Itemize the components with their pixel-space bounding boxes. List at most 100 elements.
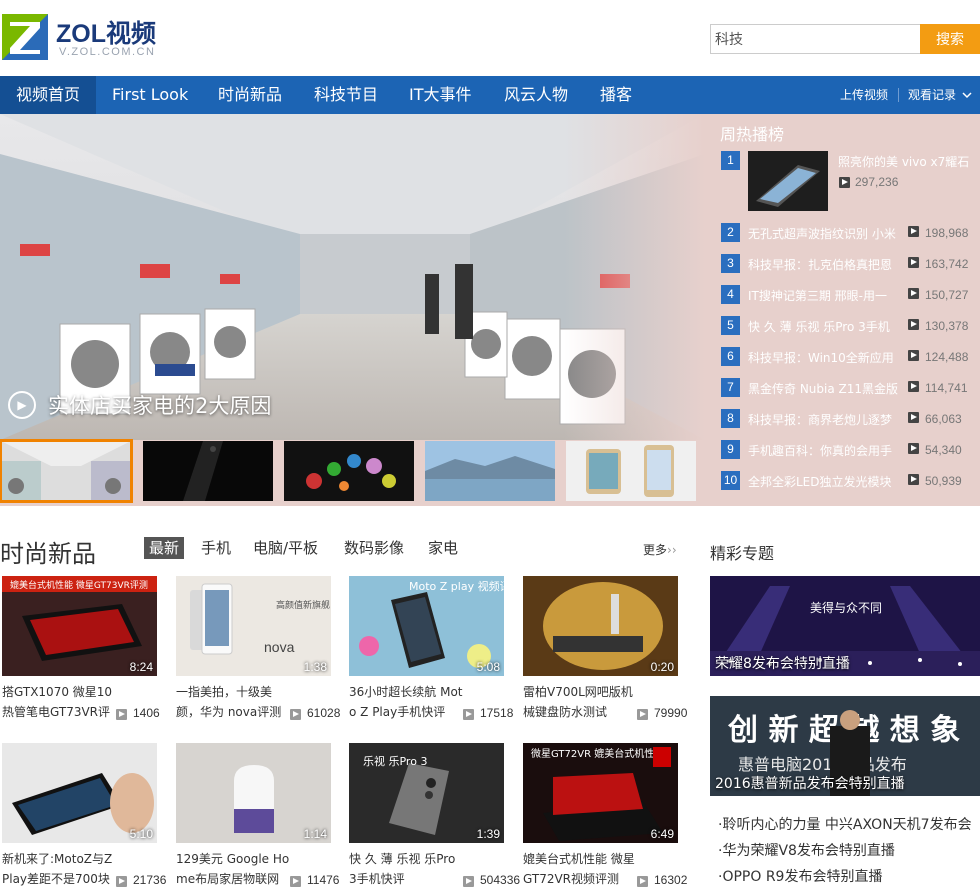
rank-badge: 7	[721, 378, 740, 397]
hero-thumb-4[interactable]	[425, 441, 555, 501]
video-play-count: 504336	[480, 873, 521, 887]
video-duration: 1:38	[303, 660, 327, 674]
tab-phones[interactable]: 手机	[201, 537, 231, 559]
nav-item-first-look[interactable]: First Look	[112, 76, 188, 114]
video-play-count: 11476	[307, 873, 340, 887]
hot-item-count: 66,063	[925, 412, 962, 426]
hero-photo[interactable]: ▶ 实体店买家电的2大原因	[0, 114, 705, 440]
video-duration: 6:49	[650, 827, 674, 841]
hot-item-title: 科技早报：Win10全新应用	[748, 351, 894, 365]
hot-item-title: 全邦全彩LED独立发光模块	[748, 475, 892, 489]
special-overlay-text: 美得与众不同	[810, 600, 882, 615]
hot-item-count: 163,742	[925, 257, 969, 271]
nav-divider	[898, 88, 899, 102]
hot-list-title: 周热播榜	[720, 125, 785, 144]
tab-computers[interactable]: 电脑/平板	[253, 537, 318, 559]
watch-history-link[interactable]: 观看记录	[908, 76, 956, 114]
special-card-honor8[interactable]: 美得与众不同 荣耀8发布会特别直播	[710, 576, 980, 676]
hot-item-count: 50,939	[925, 474, 962, 488]
video-duration: 5:08	[476, 660, 500, 674]
nav-item-home[interactable]: 视频首页	[0, 76, 96, 114]
tab-latest[interactable]: 最新	[144, 537, 185, 559]
play-count-icon	[908, 257, 919, 268]
main-nav: 视频首页 First Look 时尚新品 科技节目 IT大事件 风云人物 播客 …	[0, 76, 980, 114]
hot-item-count: 54,340	[925, 443, 962, 457]
chevron-down-icon	[962, 92, 972, 99]
play-count-icon	[908, 288, 919, 299]
video-card-8[interactable]: 微星GT72VR 媲美台式机性能 6:49 媲美台式机性能 微星GT72VR视频…	[523, 743, 687, 891]
more-label: 更多	[643, 543, 668, 557]
hot-item-1-title[interactable]: 照亮你的美 vivo x7耀石	[838, 153, 969, 170]
video-play-count: 21736	[133, 873, 167, 887]
play-count-icon	[637, 876, 648, 887]
play-count-icon	[116, 876, 127, 887]
video-card-6[interactable]: 1:14 129美元 Google Home布局家居物联网 11476	[176, 743, 339, 891]
video-title: 新机来了:MotoZ与Z Play差距不是700块	[2, 852, 113, 886]
tab-appliances[interactable]: 家电	[428, 537, 458, 559]
play-count-icon	[908, 412, 919, 423]
hero-thumb-5[interactable]	[566, 441, 696, 501]
rank-badge: 5	[721, 316, 740, 335]
hot-item-title: 无孔式超声波指纹识别 小米	[748, 227, 896, 241]
video-title: 36小时超长续航 Moto Z Play手机快评	[349, 685, 463, 719]
hot-item-count: 124,488	[925, 350, 969, 364]
rank-badge: 10	[721, 471, 740, 490]
nav-item-podcast[interactable]: 播客	[600, 76, 632, 114]
rank-badge: 6	[721, 347, 740, 366]
rank-badge: 8	[721, 409, 740, 428]
play-count-icon	[290, 876, 301, 887]
video-duration: 0:20	[650, 660, 674, 674]
hero-caption[interactable]: ▶ 实体店买家电的2大原因	[8, 390, 271, 420]
special-card-hp[interactable]: 创 新 超 越 想 象惠普电脑2016新品发布 2016惠普新品发布会特别直播	[710, 696, 980, 796]
play-count-icon	[290, 709, 301, 720]
search-button[interactable]: 搜索	[920, 24, 980, 54]
video-play-count: 79990	[654, 706, 688, 720]
video-thumb: 0:20	[523, 576, 678, 676]
hero-thumb-1[interactable]	[0, 439, 133, 503]
nav-item-tech-shows[interactable]: 科技节目	[314, 76, 378, 114]
play-count-icon	[637, 709, 648, 720]
video-card-4[interactable]: 0:20 雷柏V700L网吧版机械键盘防水测试 79990	[523, 576, 687, 726]
special-link-oppo-r9[interactable]: ·OPPO R9发布会特别直播	[718, 866, 882, 886]
video-card-1[interactable]: 媲美台式机性能 微星GT73VR评测 8:24 搭GTX1070 微星10热管笔…	[2, 576, 160, 726]
rank-badge: 4	[721, 285, 740, 304]
weekly-hot-list: 周热播榜 1 照亮你的美 vivo x7耀石 297,236 2 无孔式超声波指纹…	[705, 114, 980, 506]
more-link[interactable]: 更多››	[643, 541, 677, 558]
hero-thumb-3[interactable]	[284, 441, 414, 501]
video-duration: 1:39	[476, 827, 500, 841]
video-card-5[interactable]: 5:10 新机来了:MotoZ与Z Play差距不是700块 21736	[2, 743, 166, 891]
video-thumb: 1:14	[176, 743, 331, 843]
bokeh-thumb-image	[284, 441, 414, 501]
search-input[interactable]	[710, 24, 921, 54]
video-title: 雷柏V700L网吧版机械键盘防水测试	[523, 685, 633, 719]
video-duration: 8:24	[129, 660, 153, 674]
upload-video-link[interactable]: 上传视频	[840, 76, 888, 114]
nav-item-new-products[interactable]: 时尚新品	[218, 76, 282, 114]
hot-item-count: 130,378	[925, 319, 969, 333]
special-link-honor-v8[interactable]: ·华为荣耀V8发布会特别直播	[718, 840, 895, 860]
hero-thumb-2[interactable]	[143, 441, 273, 501]
special-link-text: OPPO R9发布会特别直播	[722, 869, 883, 885]
video-card-3[interactable]: Moto Z play 视频评测 5:08 36小时超长续航 Moto Z Pl…	[349, 576, 513, 726]
special-caption: 2016惠普新品发布会特别直播	[715, 776, 905, 792]
nav-item-it-events[interactable]: IT大事件	[409, 76, 472, 114]
hot-item-1-thumb[interactable]	[748, 151, 828, 211]
hero-section: ▶ 实体店买家电的2大原因 周热播榜 1 照亮你的美 vivo x7耀石 297…	[0, 114, 980, 506]
hot-item-title: 黑金传奇 Nubia Z11黑金版	[748, 382, 898, 396]
video-title: 媲美台式机性能 微星GT72VR视频评测	[523, 852, 635, 886]
special-link-zte[interactable]: ·聆听内心的力量 中兴AXON天机7发布会	[718, 814, 972, 834]
video-card-2[interactable]: 高颜值新旗舰 nova 1:38 一指美拍，十级美颜，华为 nova评测 6102…	[176, 576, 340, 726]
play-count-icon	[908, 350, 919, 361]
section-title: 时尚新品	[0, 540, 96, 568]
video-thumb: 高颜值新旗舰 nova 1:38	[176, 576, 331, 676]
tab-digital-imaging[interactable]: 数码影像	[344, 537, 404, 559]
video-duration: 1:14	[303, 827, 327, 841]
rank-badge: 9	[721, 440, 740, 459]
zol-logo[interactable]: ZOL视频 V.ZOL.COM.CN	[2, 12, 162, 62]
nav-item-people[interactable]: 风云人物	[504, 76, 568, 114]
phone-thumb-image	[143, 441, 273, 501]
video-play-count: 61028	[307, 706, 341, 720]
play-count-icon	[463, 709, 474, 720]
header: ZOL视频 V.ZOL.COM.CN 搜索	[0, 0, 980, 76]
video-card-7[interactable]: 乐视 乐Pro 3 1:39 快 久 薄 乐视 乐Pro 3手机快评 50433…	[349, 743, 520, 891]
